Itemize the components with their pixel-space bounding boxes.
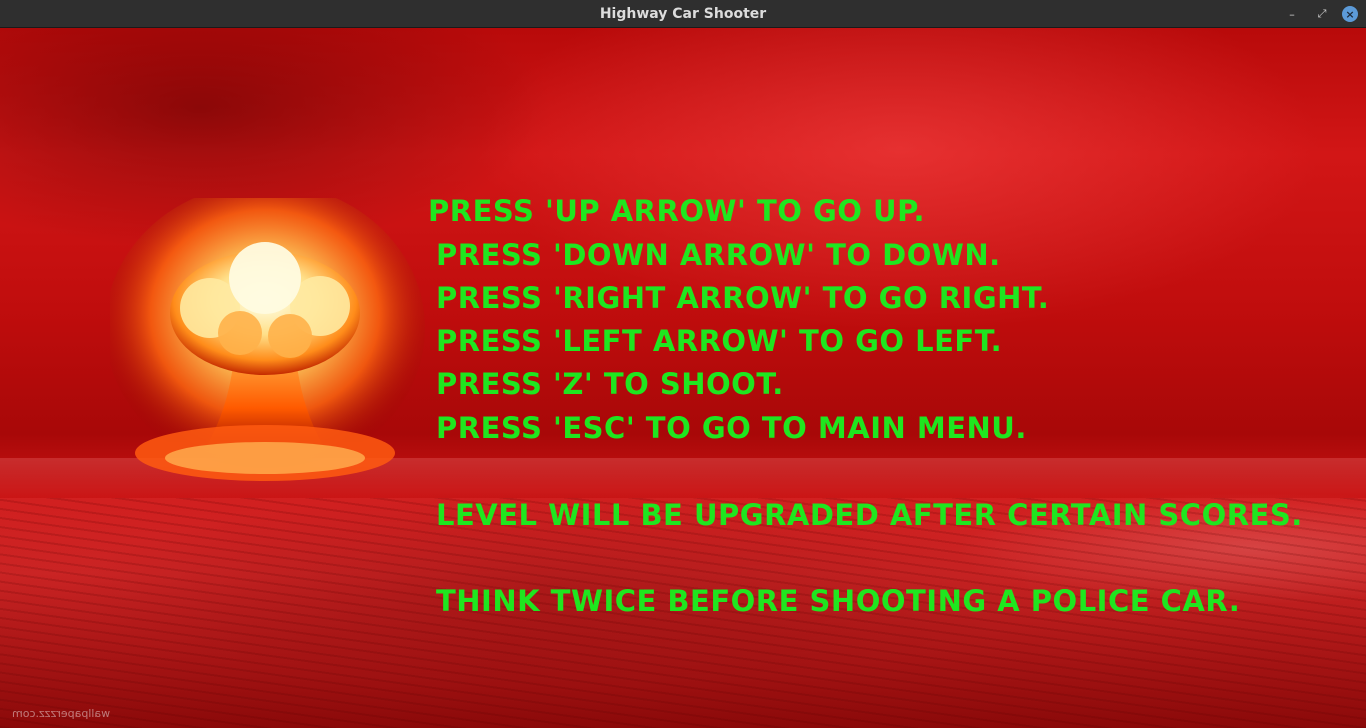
level-note: Level will be upgraded after certain sco…: [436, 498, 1303, 532]
maximize-button[interactable]: ⤢: [1312, 4, 1332, 24]
police-note: Think twice before shooting a police car…: [436, 584, 1241, 618]
instruction-up: Press 'Up Arrow' to go up.: [428, 194, 926, 228]
instructions-panel: Press 'Up Arrow' to go up. Press 'Down A…: [0, 28, 1366, 728]
window-controls: – ⤢ ×: [1282, 4, 1358, 24]
minimize-button[interactable]: –: [1282, 4, 1302, 24]
instruction-right: Press 'Right Arrow' to go right.: [436, 281, 1050, 315]
close-button[interactable]: ×: [1342, 6, 1358, 22]
instruction-left: Press 'Left Arrow' to go left.: [436, 324, 1003, 358]
window-titlebar: Highway Car Shooter – ⤢ ×: [0, 0, 1366, 28]
game-canvas: wallpaperzzz.com Press 'Up Arrow' to go …: [0, 28, 1366, 728]
window-title: Highway Car Shooter: [599, 5, 767, 22]
instruction-shoot: Press 'Z' to shoot.: [436, 367, 784, 401]
instruction-down: Press 'Down Arrow' to down.: [436, 238, 1001, 272]
instruction-esc: Press 'ESC' to go to main menu.: [436, 411, 1027, 445]
